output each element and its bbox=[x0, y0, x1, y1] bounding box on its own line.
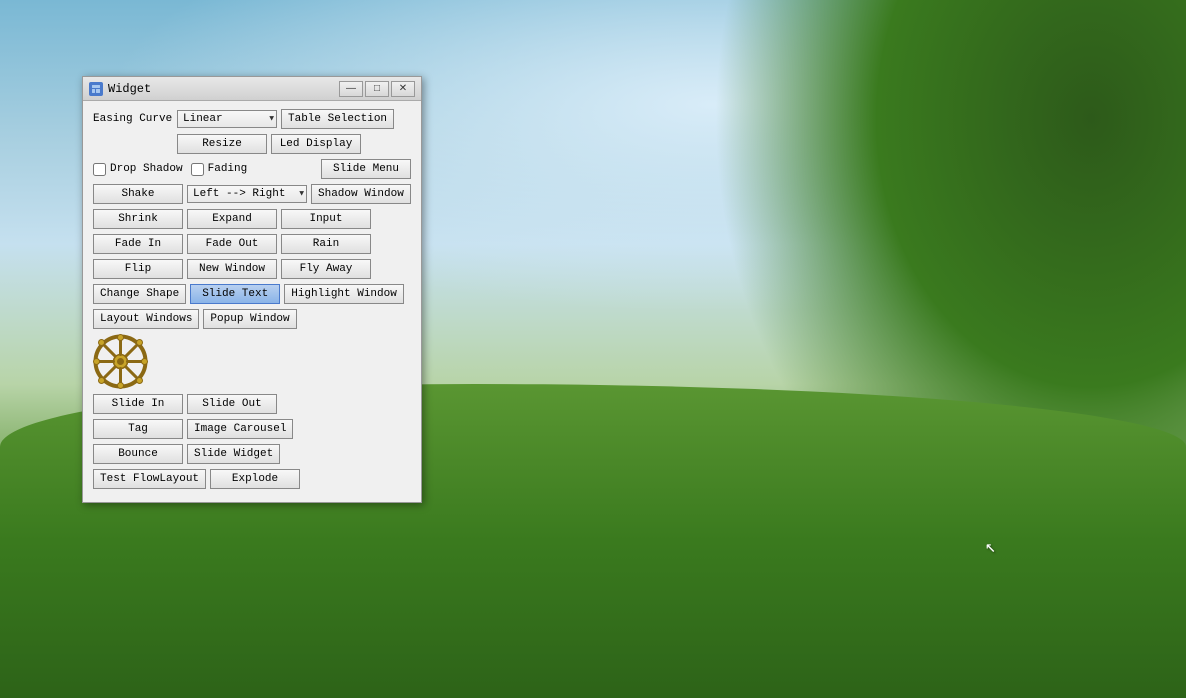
led-display-button[interactable]: Led Display bbox=[271, 134, 361, 154]
shadow-window-button[interactable]: Shadow Window bbox=[311, 184, 411, 204]
row-checkboxes: Drop Shadow Fading Slide Menu bbox=[93, 159, 411, 179]
maximize-button[interactable]: □ bbox=[365, 81, 389, 97]
window-controls: — □ ✕ bbox=[339, 81, 415, 97]
new-window-button[interactable]: New Window bbox=[187, 259, 277, 279]
app-window: Widget — □ ✕ Easing Curve Linear Ease In… bbox=[82, 76, 422, 503]
easing-curve-select[interactable]: Linear Ease In Ease Out Ease In Out bbox=[177, 110, 277, 128]
shrink-button[interactable]: Shrink bbox=[93, 209, 183, 229]
fade-out-button[interactable]: Fade Out bbox=[187, 234, 277, 254]
resize-button[interactable]: Resize bbox=[177, 134, 267, 154]
ship-wheel-icon-area bbox=[93, 334, 148, 389]
bounce-button[interactable]: Bounce bbox=[93, 444, 183, 464]
slide-menu-button[interactable]: Slide Menu bbox=[321, 159, 411, 179]
window-content: Easing Curve Linear Ease In Ease Out Eas… bbox=[83, 101, 421, 502]
window-title: Widget bbox=[108, 82, 339, 96]
row-easing: Easing Curve Linear Ease In Ease Out Eas… bbox=[93, 109, 411, 129]
row-fadein: Fade In Fade Out Rain bbox=[93, 234, 411, 254]
titlebar: Widget — □ ✕ bbox=[83, 77, 421, 101]
layout-windows-button[interactable]: Layout Windows bbox=[93, 309, 199, 329]
row-change-shape: Change Shape Slide Text Highlight Window bbox=[93, 284, 411, 304]
drop-shadow-checkbox[interactable] bbox=[93, 163, 106, 176]
test-flowlayout-button[interactable]: Test FlowLayout bbox=[93, 469, 206, 489]
input-button[interactable]: Input bbox=[281, 209, 371, 229]
close-button[interactable]: ✕ bbox=[391, 81, 415, 97]
row-bounce: Bounce Slide Widget bbox=[93, 444, 411, 464]
table-selection-button[interactable]: Table Selection bbox=[281, 109, 394, 129]
row-slide-in: Slide In Slide Out bbox=[93, 394, 411, 414]
shake-button[interactable]: Shake bbox=[93, 184, 183, 204]
fading-label: Fading bbox=[208, 163, 248, 175]
drop-shadow-label: Drop Shadow bbox=[110, 163, 183, 175]
window-icon bbox=[89, 82, 103, 96]
minimize-button[interactable]: — bbox=[339, 81, 363, 97]
row-flip: Flip New Window Fly Away bbox=[93, 259, 411, 279]
fly-away-button[interactable]: Fly Away bbox=[281, 259, 371, 279]
flip-button[interactable]: Flip bbox=[93, 259, 183, 279]
row-shake: Shake Left --> Right Right --> Left Top … bbox=[93, 184, 411, 204]
row-shrink: Shrink Expand Input bbox=[93, 209, 411, 229]
fade-in-button[interactable]: Fade In bbox=[93, 234, 183, 254]
row-tag: Tag Image Carousel bbox=[93, 419, 411, 439]
fading-checkbox[interactable] bbox=[191, 163, 204, 176]
rain-button[interactable]: Rain bbox=[281, 234, 371, 254]
slide-out-button[interactable]: Slide Out bbox=[187, 394, 277, 414]
ship-wheel-icon bbox=[93, 334, 148, 389]
drop-shadow-checkbox-wrap[interactable]: Drop Shadow bbox=[93, 163, 183, 176]
explode-button[interactable]: Explode bbox=[210, 469, 300, 489]
direction-select[interactable]: Left --> Right Right --> Left Top --> Bo… bbox=[187, 185, 307, 203]
row-test-flowlayout: Test FlowLayout Explode bbox=[93, 469, 411, 489]
slide-widget-button[interactable]: Slide Widget bbox=[187, 444, 280, 464]
fading-checkbox-wrap[interactable]: Fading bbox=[191, 163, 248, 176]
direction-select-wrap: Left --> Right Right --> Left Top --> Bo… bbox=[187, 185, 307, 203]
expand-button[interactable]: Expand bbox=[187, 209, 277, 229]
row-resize: Resize Led Display bbox=[93, 134, 411, 154]
image-carousel-button[interactable]: Image Carousel bbox=[187, 419, 293, 439]
row-layout: Layout Windows Popup Window bbox=[93, 309, 411, 329]
change-shape-button[interactable]: Change Shape bbox=[93, 284, 186, 304]
easing-curve-label: Easing Curve bbox=[93, 113, 173, 125]
highlight-window-button[interactable]: Highlight Window bbox=[284, 284, 404, 304]
slide-text-button[interactable]: Slide Text bbox=[190, 284, 280, 304]
tag-button[interactable]: Tag bbox=[93, 419, 183, 439]
popup-window-button[interactable]: Popup Window bbox=[203, 309, 296, 329]
easing-curve-select-wrap: Linear Ease In Ease Out Ease In Out ▼ bbox=[177, 110, 277, 128]
slide-in-button[interactable]: Slide In bbox=[93, 394, 183, 414]
